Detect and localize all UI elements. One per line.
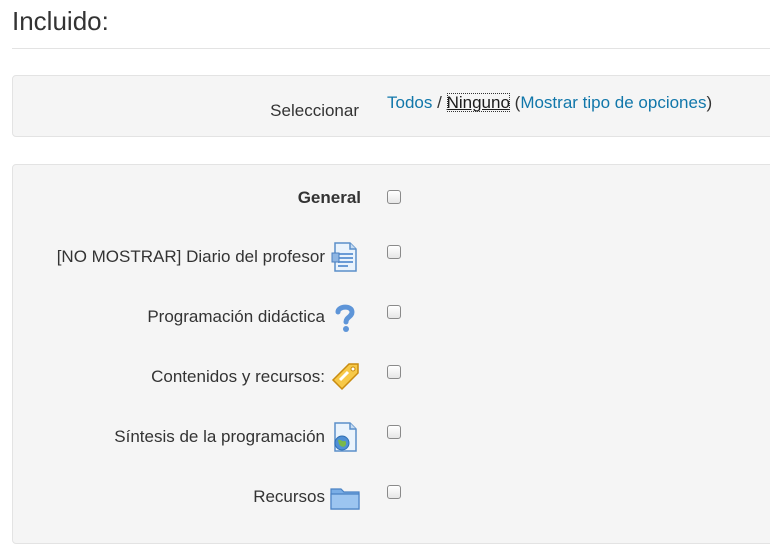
item-label: General bbox=[298, 178, 361, 218]
item-checkbox-sintesis[interactable] bbox=[387, 425, 401, 439]
item-row-programacion: Programación didáctica bbox=[13, 297, 770, 337]
item-label: Recursos bbox=[253, 477, 361, 517]
selection-panel: Seleccionar Todos / Ninguno (Mostrar tip… bbox=[12, 75, 770, 137]
item-checkbox-programacion[interactable] bbox=[387, 305, 401, 319]
page-title: Incluido: bbox=[12, 6, 109, 36]
item-label-text: Programación didáctica bbox=[147, 307, 325, 326]
select-separator: / bbox=[437, 93, 442, 112]
item-label-text: Recursos bbox=[253, 487, 325, 506]
item-checkbox-recursos[interactable] bbox=[387, 485, 401, 499]
close-paren: ) bbox=[706, 93, 713, 112]
included-items-panel: General [NO MOSTRAR] Diario del profesor… bbox=[12, 164, 770, 544]
select-label: Seleccionar bbox=[270, 101, 359, 120]
item-label: Programación didáctica bbox=[147, 297, 361, 337]
item-row-general: General bbox=[13, 178, 770, 218]
label-tag-icon bbox=[331, 363, 359, 391]
item-label-text: Contenidos y recursos: bbox=[151, 367, 325, 386]
question-mark-icon bbox=[335, 304, 355, 332]
item-checkbox-diario[interactable] bbox=[387, 245, 401, 259]
item-row-contenidos: Contenidos y recursos: bbox=[13, 357, 770, 397]
journal-page-icon bbox=[331, 242, 357, 272]
folder-icon bbox=[330, 488, 360, 510]
show-options-type-link[interactable]: Mostrar tipo de opciones bbox=[520, 93, 706, 112]
item-label-text: Síntesis de la programación bbox=[114, 427, 325, 446]
web-page-globe-icon bbox=[334, 422, 357, 452]
select-none-link[interactable]: Ninguno bbox=[446, 93, 510, 112]
item-label: Síntesis de la programación bbox=[114, 417, 361, 457]
select-all-link[interactable]: Todos bbox=[387, 93, 432, 112]
item-label: [NO MOSTRAR] Diario del profesor bbox=[57, 237, 361, 277]
item-row-sintesis: Síntesis de la programación bbox=[13, 417, 770, 457]
item-checkbox-general[interactable] bbox=[387, 190, 401, 204]
item-label: Contenidos y recursos: bbox=[151, 357, 361, 397]
item-row-diario: [NO MOSTRAR] Diario del profesor bbox=[13, 237, 770, 277]
item-row-recursos: Recursos bbox=[13, 477, 770, 517]
item-checkbox-contenidos[interactable] bbox=[387, 365, 401, 379]
item-label-text: General bbox=[297, 188, 361, 207]
item-label-text: [NO MOSTRAR] Diario del profesor bbox=[56, 247, 325, 266]
select-links: Todos / Ninguno (Mostrar tipo de opcione… bbox=[387, 93, 712, 113]
title-divider bbox=[12, 48, 770, 49]
